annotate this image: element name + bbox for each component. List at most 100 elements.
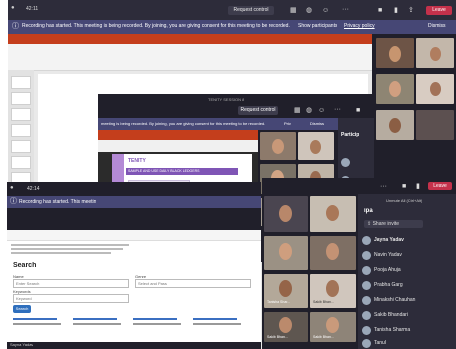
mic-icon[interactable]: ▮ xyxy=(394,7,398,14)
back-timer: 42:11 xyxy=(26,6,39,12)
slide-thumbnail[interactable] xyxy=(11,140,31,153)
front-left-timer: 42:14 xyxy=(27,186,40,192)
bottom-left-name-label: Sayna Yadav xyxy=(10,342,34,347)
front-right-leave-button[interactable]: Leave xyxy=(428,182,452,190)
participant-avatar xyxy=(362,251,371,260)
back-recording-text: Recording has started. This meeting is b… xyxy=(22,23,290,29)
slide-thumbnail[interactable] xyxy=(11,92,31,105)
result-link[interactable] xyxy=(73,318,117,320)
camera-icon[interactable]: ■ xyxy=(402,183,406,190)
back-dismiss-button[interactable]: Dismiss xyxy=(428,23,446,29)
participant-face xyxy=(430,82,441,96)
text-line xyxy=(11,244,129,246)
participant-name: Tanul xyxy=(374,340,386,346)
front-left-teams-window: ● 42:14 ⓘ Recording has started. This me… xyxy=(7,182,261,349)
back-leave-button[interactable]: Leave xyxy=(426,6,452,15)
front-left-dark-area xyxy=(7,208,261,230)
participant-avatar xyxy=(362,281,371,290)
front-right-participants-panel: Unmute All (Ctrl+Alt) ipa ⇪ Share invite… xyxy=(358,194,456,349)
search-button[interactable]: Search xyxy=(13,305,31,313)
result-link[interactable] xyxy=(133,318,177,320)
reactions-icon[interactable]: ☺ xyxy=(322,7,329,14)
more-icon[interactable]: ··· xyxy=(334,106,341,113)
result-text xyxy=(73,323,121,325)
video-tile xyxy=(310,236,356,270)
show-participants-link[interactable]: Show participants xyxy=(298,23,337,29)
middle-top-bar: TENITY SESSION 8 Request control ▦ ◍ ☺ ·… xyxy=(98,94,374,118)
back-request-control-button[interactable]: Request control xyxy=(228,6,274,15)
video-tile: Sakib Bhan... xyxy=(310,312,356,342)
more-icon[interactable]: ··· xyxy=(342,6,349,13)
slide-thumbnail[interactable] xyxy=(11,124,31,137)
unmute-all-dropdown[interactable]: Unmute All (Ctrl+Alt) xyxy=(386,198,422,203)
grid-icon[interactable]: ▦ xyxy=(294,107,301,114)
participant-row[interactable]: Prabha Garg xyxy=(358,279,456,293)
result-text xyxy=(133,323,181,325)
chat-icon[interactable]: ◍ xyxy=(306,7,312,14)
tile-name-label: Sakib Bhan... xyxy=(267,335,288,339)
video-tile xyxy=(264,236,308,270)
middle-privacy-link[interactable]: Priv xyxy=(284,121,291,126)
participant-row[interactable]: Minakshi Chauhan xyxy=(358,294,456,308)
share-invite-button[interactable]: ⇪ Share invite xyxy=(364,220,423,228)
share-icon[interactable]: ⇪ xyxy=(408,7,414,14)
keywords-input[interactable]: Keyword xyxy=(13,294,129,303)
middle-recording-banner: meeting is being recorded. By joining, y… xyxy=(98,118,374,130)
participant-name: Navin Yadav xyxy=(374,252,402,258)
middle-dismiss-button[interactable]: Dismiss xyxy=(310,121,324,126)
grid-icon[interactable]: ▦ xyxy=(290,7,297,14)
participant-face xyxy=(326,317,339,333)
more-icon[interactable]: ··· xyxy=(380,183,387,190)
ppt-ribbon xyxy=(8,44,372,71)
video-tile xyxy=(376,110,414,140)
video-tile xyxy=(376,74,414,104)
back-top-bar: ● 42:11 Request control ▦ ◍ ☺ ··· ■ ▮ ⇪ … xyxy=(8,0,456,20)
participant-face xyxy=(326,205,339,221)
video-tile xyxy=(260,132,296,160)
camera-icon[interactable]: ■ xyxy=(378,7,382,14)
participant-face xyxy=(326,280,339,297)
back-recording-banner: ⓘ Recording has started. This meeting is… xyxy=(8,20,456,34)
participant-name: Minakshi Chauhan xyxy=(374,297,416,303)
participant-name: Sakib Bhandari xyxy=(374,312,408,318)
participant-row[interactable]: Sakib Bhandari xyxy=(358,309,456,323)
chat-icon[interactable]: ◍ xyxy=(306,107,312,114)
search-heading: Search xyxy=(13,262,37,269)
info-icon: ⓘ xyxy=(12,23,19,30)
participant-name: Jayna Yadav xyxy=(374,237,404,243)
participant-avatar xyxy=(362,296,371,305)
front-right-video-grid: Tanisha Shar... Sakib Bhan... Sakib Bhan… xyxy=(262,194,358,349)
video-tile: Sakib Bhan... xyxy=(310,274,356,308)
mic-icon[interactable]: ▮ xyxy=(416,183,420,190)
participant-face xyxy=(279,243,292,260)
slide-thumbnail[interactable] xyxy=(11,156,31,169)
camera-icon[interactable]: ■ xyxy=(356,107,360,114)
video-tile xyxy=(416,38,454,68)
participant-row[interactable]: Jayna Yadav xyxy=(358,234,456,248)
shared-ppt-toolbar xyxy=(98,140,258,152)
video-tile xyxy=(310,196,356,232)
reactions-icon[interactable]: ☺ xyxy=(318,107,325,114)
info-icon: ⓘ xyxy=(10,198,17,205)
video-tile xyxy=(416,74,454,104)
genre-select[interactable]: Select and Pass xyxy=(135,279,251,288)
privacy-policy-link[interactable]: Privacy policy xyxy=(344,23,375,29)
middle-request-control-button[interactable]: Request control xyxy=(238,106,278,115)
participant-row[interactable]: Tanul xyxy=(358,337,456,349)
participant-face xyxy=(279,317,292,333)
participant-row[interactable]: Tanisha Sharma xyxy=(358,324,456,338)
result-link[interactable] xyxy=(13,318,57,320)
participant-row[interactable]: Pooja Ahuja xyxy=(358,264,456,278)
video-tile: Tanisha Shar... xyxy=(264,274,308,308)
participant-row[interactable]: Navin Yadav xyxy=(358,249,456,263)
result-link[interactable] xyxy=(193,318,237,320)
participants-section-heading: ipa xyxy=(364,208,373,214)
participant-face xyxy=(272,139,284,154)
participant-face xyxy=(389,118,401,133)
web-paragraph xyxy=(11,244,131,258)
back-camera-icon: ● xyxy=(11,5,15,11)
slide-thumbnail[interactable] xyxy=(11,76,31,89)
slide-thumbnail[interactable] xyxy=(11,108,31,121)
name-input[interactable]: Enter Search xyxy=(13,279,129,288)
browser-header xyxy=(7,230,261,241)
